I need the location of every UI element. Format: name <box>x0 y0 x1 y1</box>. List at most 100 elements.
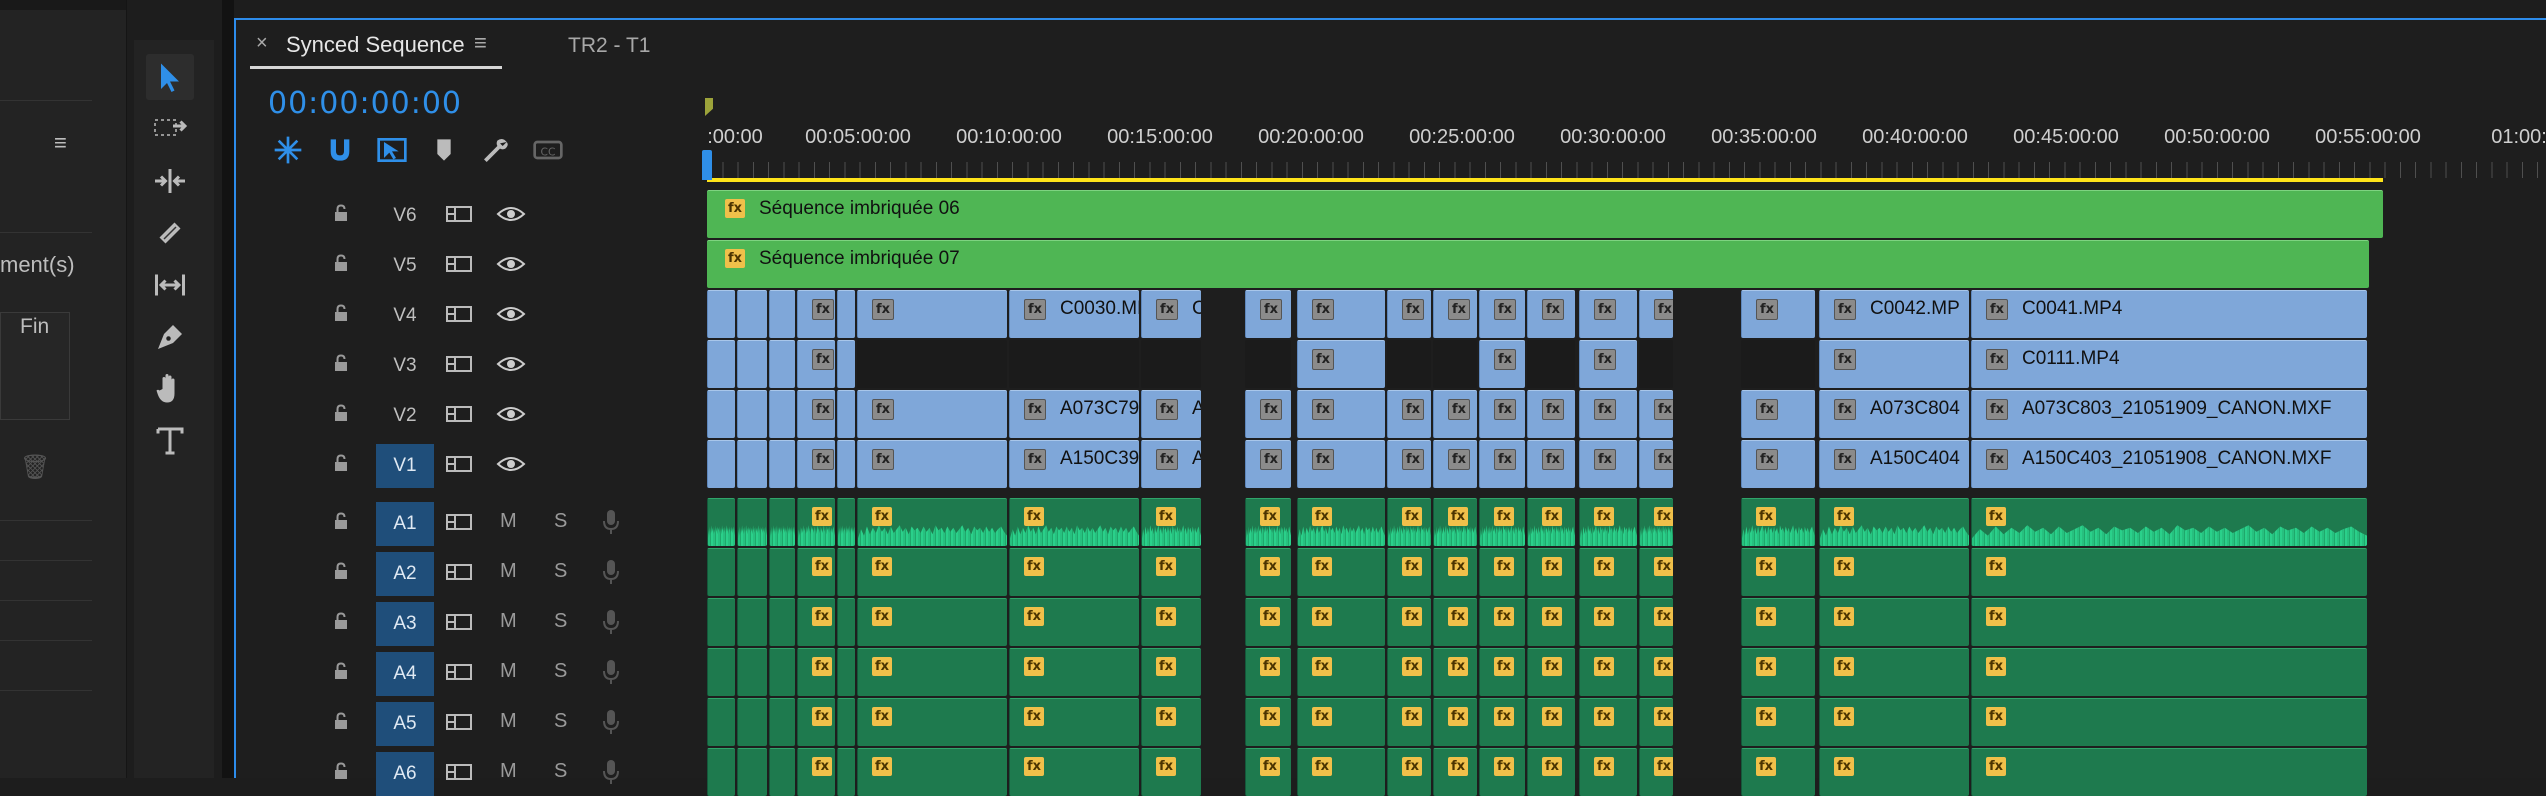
video-clip[interactable]: fx <box>1387 440 1431 488</box>
video-clip[interactable]: fx <box>1579 390 1637 438</box>
audio-clip[interactable]: fx <box>1245 748 1291 796</box>
audio-clip[interactable] <box>769 498 795 546</box>
solo-button[interactable]: S <box>554 610 567 633</box>
audio-clip[interactable]: fx <box>1639 698 1673 746</box>
video-clip[interactable]: fx <box>1639 390 1673 438</box>
audio-clip[interactable]: fx <box>1527 698 1575 746</box>
audio-clip[interactable]: fx <box>1527 598 1575 646</box>
audio-clip[interactable]: fx <box>1819 498 1969 546</box>
video-clip[interactable]: fx A150C403_21051908_CANON.MXF <box>1971 440 2367 488</box>
audio-clip[interactable]: fx <box>857 498 1007 546</box>
video-clip[interactable]: fx <box>1433 390 1477 438</box>
audio-clip[interactable]: fx <box>1819 598 1969 646</box>
sync-lock-icon[interactable] <box>446 205 472 223</box>
audio-clip[interactable]: fx <box>797 598 835 646</box>
video-clip[interactable]: fx <box>1297 340 1385 388</box>
lock-icon[interactable] <box>334 354 348 372</box>
video-clip[interactable] <box>769 390 795 438</box>
tracks-area[interactable]: fx Séquence imbriquée 06 fx Séquence imbriq… <box>707 180 2546 796</box>
video-clip[interactable]: fx C0030.MP4 <box>1009 290 1139 338</box>
microphone-icon[interactable] <box>602 758 620 786</box>
track-target-a3[interactable]: A3 <box>376 602 434 646</box>
audio-clip[interactable]: fx <box>1009 598 1139 646</box>
audio-clip[interactable]: fx <box>1741 498 1815 546</box>
audio-clip[interactable]: fx <box>1297 648 1385 696</box>
audio-clip[interactable]: fx <box>1639 498 1673 546</box>
audio-clip[interactable] <box>737 698 767 746</box>
tab-synced-sequence[interactable]: Synced Sequence <box>286 32 465 58</box>
video-clip[interactable]: fx <box>857 440 1007 488</box>
mute-button[interactable]: M <box>500 710 517 733</box>
video-clip[interactable]: fx <box>1297 290 1385 338</box>
lock-icon[interactable] <box>334 662 348 680</box>
audio-clip[interactable]: fx <box>1387 548 1431 596</box>
video-clip[interactable]: fx C0041.MP4 <box>1971 290 2367 338</box>
audio-clip[interactable]: fx <box>1245 698 1291 746</box>
empty-gap[interactable] <box>1639 340 1673 388</box>
mute-button[interactable]: M <box>500 560 517 583</box>
audio-clip[interactable] <box>837 698 855 746</box>
video-clip[interactable]: fx A073C792_2 <box>1009 390 1139 438</box>
audio-clip[interactable]: fx <box>1433 598 1477 646</box>
video-clip[interactable]: fx <box>1639 290 1673 338</box>
video-clip[interactable]: fx A073C804 <box>1819 390 1969 438</box>
video-clip[interactable]: fx <box>1527 390 1575 438</box>
audio-clip[interactable]: fx <box>1479 698 1525 746</box>
audio-clip[interactable]: fx <box>1639 648 1673 696</box>
video-clip[interactable]: fx <box>857 390 1007 438</box>
audio-clip[interactable] <box>769 698 795 746</box>
pen-tool[interactable] <box>146 314 194 360</box>
video-clip[interactable] <box>707 290 735 338</box>
audio-clip[interactable]: fx <box>1819 548 1969 596</box>
video-clip[interactable]: fx <box>1741 290 1815 338</box>
track-target-v2[interactable]: V2 <box>376 394 434 438</box>
audio-clip[interactable]: fx <box>1971 548 2367 596</box>
lock-icon[interactable] <box>334 454 348 472</box>
video-clip[interactable] <box>737 290 767 338</box>
audio-clip[interactable] <box>737 648 767 696</box>
audio-clip[interactable]: fx <box>1141 748 1201 796</box>
hand-tool[interactable] <box>146 366 194 412</box>
audio-clip[interactable] <box>837 548 855 596</box>
lock-icon[interactable] <box>334 612 348 630</box>
empty-gap[interactable] <box>1245 340 1291 388</box>
audio-clip[interactable]: fx <box>1387 748 1431 796</box>
video-clip[interactable]: fx <box>1741 390 1815 438</box>
video-clip[interactable]: fx <box>1245 390 1291 438</box>
video-clip[interactable]: fx C0042.MP <box>1819 290 1969 338</box>
nest-toggle-icon[interactable] <box>270 132 306 168</box>
video-clip[interactable]: fx <box>797 340 835 388</box>
video-clip[interactable]: fx <box>1433 440 1477 488</box>
audio-clip[interactable]: fx <box>1141 498 1201 546</box>
track-target-v5[interactable]: V5 <box>376 244 434 288</box>
audio-clip[interactable]: fx <box>1009 548 1139 596</box>
video-clip[interactable]: fx <box>797 390 835 438</box>
eye-icon[interactable] <box>496 304 526 324</box>
video-clip[interactable] <box>707 340 735 388</box>
audio-clip[interactable]: fx <box>1971 648 2367 696</box>
audio-clip[interactable]: fx <box>1479 648 1525 696</box>
video-clip[interactable]: fx <box>797 290 835 338</box>
captions-icon[interactable]: CC <box>530 132 566 168</box>
video-clip[interactable]: fx A150C392_ <box>1009 440 1139 488</box>
video-clip[interactable] <box>707 390 735 438</box>
solo-button[interactable]: S <box>554 760 567 783</box>
video-clip[interactable] <box>707 440 735 488</box>
empty-gap[interactable] <box>1009 340 1139 388</box>
audio-clip[interactable]: fx <box>1527 748 1575 796</box>
video-clip[interactable] <box>837 290 855 338</box>
audio-clip[interactable]: fx <box>797 648 835 696</box>
track-target-v1[interactable]: V1 <box>376 444 434 488</box>
track-select-tool[interactable] <box>146 106 194 152</box>
audio-clip[interactable]: fx <box>1639 548 1673 596</box>
sync-lock-icon[interactable] <box>446 255 472 273</box>
trash-icon[interactable]: 🗑 <box>20 453 50 482</box>
audio-clip[interactable]: fx <box>1433 748 1477 796</box>
audio-clip[interactable]: fx <box>1297 498 1385 546</box>
video-clip[interactable]: fx <box>1639 440 1673 488</box>
audio-clip[interactable] <box>769 548 795 596</box>
video-clip[interactable]: fx C0111.MP4 <box>1971 340 2367 388</box>
audio-clip[interactable]: fx <box>1433 548 1477 596</box>
lock-icon[interactable] <box>334 404 348 422</box>
audio-clip[interactable] <box>707 648 735 696</box>
